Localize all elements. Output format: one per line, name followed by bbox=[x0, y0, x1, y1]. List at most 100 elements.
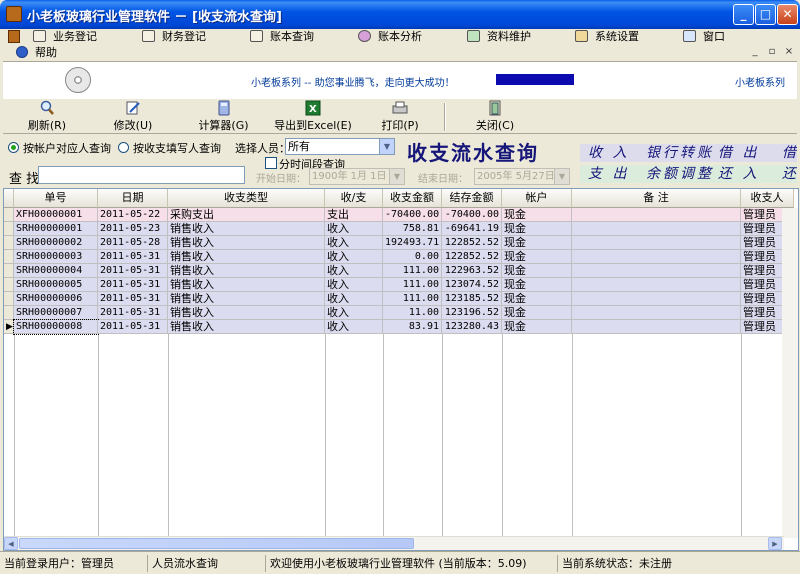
row-selector[interactable] bbox=[4, 292, 14, 306]
cell-type[interactable]: 销售收入 bbox=[168, 278, 325, 292]
row-selector[interactable] bbox=[4, 236, 14, 250]
scroll-right-icon[interactable]: ▶ bbox=[768, 537, 782, 550]
cell-note[interactable] bbox=[572, 264, 741, 278]
cell-type[interactable]: 销售收入 bbox=[168, 320, 325, 334]
cell-amount[interactable]: 83.91 bbox=[383, 320, 442, 334]
close-button[interactable]: ✕ bbox=[777, 4, 798, 25]
cell-balance[interactable]: 123185.52 bbox=[442, 292, 502, 306]
cell-account[interactable]: 现金 bbox=[502, 306, 572, 320]
cell-note[interactable] bbox=[572, 320, 741, 334]
menu-business[interactable]: 业务登记 bbox=[33, 29, 97, 45]
cell-date[interactable]: 2011-05-23 bbox=[98, 222, 168, 236]
time-range-checkbox[interactable] bbox=[265, 157, 277, 169]
cell-date[interactable]: 2011-05-31 bbox=[98, 320, 168, 334]
cell-id[interactable]: SRH00000001 bbox=[14, 222, 98, 236]
table-row[interactable]: SRH00000005 2011-05-31 销售收入 收入 111.00 123074.… bbox=[4, 278, 794, 292]
cell-account[interactable]: 现金 bbox=[502, 278, 572, 292]
column-header-amount[interactable]: 收支金额 bbox=[383, 189, 442, 208]
cell-balance[interactable]: -69641.19 bbox=[442, 222, 502, 236]
column-header-type[interactable]: 收支类型 bbox=[168, 189, 325, 208]
horizontal-scroll-thumb[interactable] bbox=[19, 538, 414, 549]
cell-date[interactable]: 2011-05-22 bbox=[98, 208, 168, 222]
cell-io[interactable]: 收入 bbox=[325, 250, 383, 264]
column-header-note[interactable]: 备 注 bbox=[572, 189, 741, 208]
cell-date[interactable]: 2011-05-31 bbox=[98, 292, 168, 306]
row-selector[interactable] bbox=[4, 306, 14, 320]
quick-expense[interactable]: 支 出 bbox=[588, 165, 629, 183]
cell-account[interactable]: 现金 bbox=[502, 208, 572, 222]
cell-balance[interactable]: 122852.52 bbox=[442, 250, 502, 264]
app-icon[interactable] bbox=[6, 6, 22, 22]
cell-amount[interactable]: 111.00 bbox=[383, 292, 442, 306]
cell-io[interactable]: 收入 bbox=[325, 306, 383, 320]
chevron-down-icon[interactable]: ▼ bbox=[379, 139, 394, 154]
transaction-table[interactable]: 单号 日期 收支类型 收/支 收支金额 结存金额 帐户 备 注 收支人 XFH0… bbox=[3, 188, 799, 551]
chevron-down-icon[interactable]: ▼ bbox=[554, 169, 569, 184]
cell-account[interactable]: 现金 bbox=[502, 236, 572, 250]
person-select[interactable]: 所有 ▼ bbox=[285, 138, 395, 155]
cell-type[interactable]: 采购支出 bbox=[168, 208, 325, 222]
cell-type[interactable]: 销售收入 bbox=[168, 306, 325, 320]
cell-io[interactable]: 收入 bbox=[325, 292, 383, 306]
cell-io[interactable]: 收入 bbox=[325, 222, 383, 236]
cell-amount[interactable]: 11.00 bbox=[383, 306, 442, 320]
cell-account[interactable]: 现金 bbox=[502, 250, 572, 264]
menu-data-maintenance[interactable]: 资料维护 bbox=[467, 29, 531, 45]
mdi-minimize-button[interactable]: _ bbox=[748, 45, 762, 58]
cell-id[interactable]: SRH00000008 bbox=[13, 319, 99, 335]
mdi-restore-button[interactable]: ▫ bbox=[765, 45, 779, 58]
cell-note[interactable] bbox=[572, 236, 741, 250]
table-row[interactable]: ▶ SRH00000008 2011-05-31 销售收入 收入 83.91 123280.… bbox=[4, 319, 794, 335]
cell-type[interactable]: 销售收入 bbox=[168, 250, 325, 264]
cell-type[interactable]: 销售收入 bbox=[168, 292, 325, 306]
column-header-id[interactable]: 单号 bbox=[14, 189, 98, 208]
cell-amount[interactable]: 111.00 bbox=[383, 278, 442, 292]
horizontal-scrollbar[interactable]: ◀ ▶ bbox=[4, 536, 784, 550]
row-selector[interactable] bbox=[4, 208, 14, 222]
menu-ledger-query[interactable]: 账本查询 bbox=[250, 29, 314, 45]
row-selector[interactable] bbox=[4, 222, 14, 236]
calculator-button[interactable]: 计算器(G) bbox=[196, 100, 251, 133]
cell-balance[interactable]: 122963.52 bbox=[442, 264, 502, 278]
column-header-balance[interactable]: 结存金额 bbox=[442, 189, 502, 208]
table-row[interactable]: SRH00000001 2011-05-23 销售收入 收入 758.81 -69641.… bbox=[4, 222, 794, 236]
cell-type[interactable]: 销售收入 bbox=[168, 222, 325, 236]
cell-id[interactable]: SRH00000002 bbox=[14, 236, 98, 250]
mdi-close-button[interactable]: × bbox=[782, 45, 796, 58]
radio-account-query[interactable] bbox=[8, 142, 19, 153]
menu-ledger-analysis[interactable]: 账本分析 bbox=[358, 29, 422, 45]
modify-button[interactable]: 修改(U) bbox=[111, 100, 155, 133]
table-row[interactable]: SRH00000006 2011-05-31 销售收入 收入 111.00 123185.… bbox=[4, 292, 794, 306]
row-selector[interactable] bbox=[4, 278, 14, 292]
table-row[interactable]: SRH00000002 2011-05-28 销售收入 收入 192493.71 1228… bbox=[4, 236, 794, 250]
cell-balance[interactable]: 123280.43 bbox=[442, 320, 502, 334]
menu-help[interactable]: 帮助 bbox=[16, 45, 57, 61]
cell-io[interactable]: 收入 bbox=[325, 236, 383, 250]
cell-id[interactable]: SRH00000005 bbox=[14, 278, 98, 292]
minimize-button[interactable]: _ bbox=[733, 4, 754, 25]
cell-amount[interactable]: 111.00 bbox=[383, 264, 442, 278]
chevron-down-icon[interactable]: ▼ bbox=[389, 169, 404, 184]
cell-amount[interactable]: 0.00 bbox=[383, 250, 442, 264]
cell-account[interactable]: 现金 bbox=[502, 222, 572, 236]
quick-repay-in[interactable]: 还 入 bbox=[718, 165, 759, 183]
quick-lend-out[interactable]: 借 出 bbox=[718, 144, 759, 162]
table-row[interactable]: SRH00000007 2011-05-31 销售收入 收入 11.00 123196.5… bbox=[4, 306, 794, 320]
maximize-button[interactable]: □ bbox=[755, 4, 776, 25]
column-header-account[interactable]: 帐户 bbox=[502, 189, 572, 208]
cell-balance[interactable]: 122852.52 bbox=[442, 236, 502, 250]
title-bar[interactable]: 小老板玻璃行业管理软件 － [收支流水查询] _ □ ✕ bbox=[0, 0, 800, 29]
scroll-left-icon[interactable]: ◀ bbox=[4, 537, 18, 550]
menu-settings[interactable]: 系统设置 bbox=[575, 29, 639, 45]
column-header-person[interactable]: 收支人 bbox=[741, 189, 794, 208]
cell-date[interactable]: 2011-05-31 bbox=[98, 264, 168, 278]
cell-io[interactable]: 收入 bbox=[325, 320, 383, 334]
menu-window[interactable]: 窗口 bbox=[683, 29, 725, 45]
cell-id[interactable]: SRH00000003 bbox=[14, 250, 98, 264]
cell-io[interactable]: 支出 bbox=[325, 208, 383, 222]
cell-note[interactable] bbox=[572, 306, 741, 320]
cell-balance[interactable]: 123196.52 bbox=[442, 306, 502, 320]
cell-date[interactable]: 2011-05-31 bbox=[98, 250, 168, 264]
cell-date[interactable]: 2011-05-28 bbox=[98, 236, 168, 250]
radio-person-query[interactable] bbox=[118, 142, 129, 153]
